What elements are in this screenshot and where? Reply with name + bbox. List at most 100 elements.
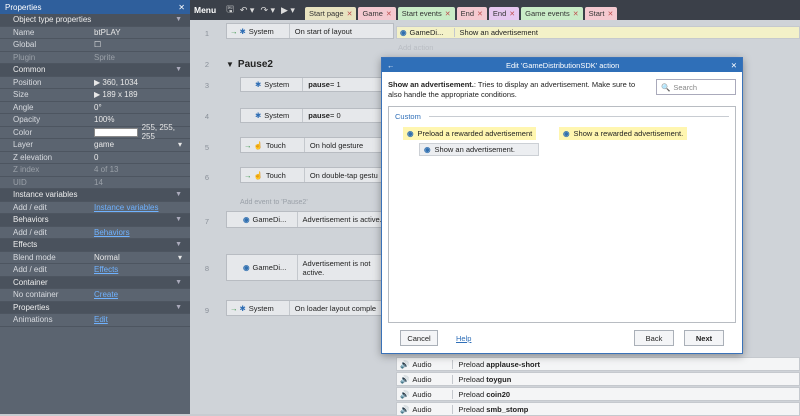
property-value[interactable]: 0 (88, 153, 190, 162)
property-section[interactable]: Properties ▼ (0, 301, 190, 314)
tab[interactable]: Start page ✕ (304, 7, 357, 20)
property-row[interactable]: Add / edit Effects (0, 264, 190, 277)
collapse-icon[interactable]: ▼ (226, 60, 234, 69)
property-row[interactable]: Add / edit Behaviors (0, 227, 190, 239)
property-row[interactable]: Global ☐ (0, 39, 190, 52)
property-section[interactable]: Common ▼ (0, 64, 190, 77)
collapse-icon[interactable]: ▼ (175, 279, 182, 286)
property-row[interactable]: Color 255, 255, 255 (0, 123, 190, 141)
close-tab-icon[interactable]: ✕ (477, 10, 483, 18)
collapse-icon[interactable]: ▼ (175, 241, 182, 248)
event-condition[interactable]: → ✱ System On start of layout (226, 23, 394, 39)
help-link[interactable]: Help (456, 334, 471, 343)
link-text[interactable]: Behaviors (94, 228, 130, 237)
close-icon[interactable]: ✕ (178, 3, 185, 12)
link-text[interactable]: Create (94, 290, 118, 299)
undo-icon[interactable]: ↶ ▾ (240, 5, 255, 16)
property-row[interactable]: Position ▶ 360, 1034 (0, 77, 190, 89)
property-row[interactable]: Z index 4 of 13 (0, 164, 190, 177)
collapse-icon[interactable]: ▼ (175, 216, 182, 223)
property-value[interactable]: ☐ (88, 40, 190, 49)
dropdown-icon[interactable]: ▾ (178, 140, 182, 149)
event-condition[interactable]: → ☝ Touch On double-tap gestu (240, 167, 394, 183)
collapse-icon[interactable]: ▼ (175, 16, 182, 23)
property-row[interactable]: UID 14 (0, 177, 190, 189)
property-link[interactable]: Instance variables (88, 203, 190, 212)
back-button[interactable]: Back (634, 330, 674, 346)
property-section[interactable]: Behaviors ▼ (0, 214, 190, 227)
back-arrow-icon[interactable]: ← (387, 61, 395, 70)
event-action[interactable]: 🔊 Audio Preload applause-short (396, 357, 800, 371)
property-value[interactable]: ▶ 189 x 189 (88, 90, 190, 99)
property-link[interactable]: Create (88, 290, 190, 299)
tab[interactable]: End ✕ (456, 7, 487, 20)
link-text[interactable]: Effects (94, 265, 118, 274)
save-icon[interactable]: 🖫 (226, 2, 234, 18)
action-item[interactable]: ◉ Show a rewarded advertisement. (559, 127, 688, 140)
event-action[interactable]: 🔊 Audio Preload coin20 (396, 387, 800, 401)
property-section[interactable]: Effects ▼ (0, 239, 190, 252)
property-row[interactable]: Plugin Sprite (0, 52, 190, 64)
event-action[interactable]: ◉ GameDi... Show an advertisement (396, 26, 800, 39)
next-button[interactable]: Next (684, 330, 724, 346)
property-row[interactable]: Animations Edit (0, 314, 190, 327)
property-value[interactable]: 4 of 13 (88, 165, 190, 174)
cancel-button[interactable]: Cancel (400, 330, 438, 346)
dropdown-icon[interactable]: ▾ (178, 253, 182, 262)
color-swatch[interactable] (94, 127, 138, 137)
menu-button[interactable]: Menu (194, 5, 216, 15)
collapse-icon[interactable]: ▼ (175, 191, 182, 198)
property-section[interactable]: Instance variables ▼ (0, 189, 190, 202)
search-input[interactable]: 🔍 Search (656, 79, 736, 95)
tab[interactable]: Start ✕ (584, 7, 618, 20)
property-row[interactable]: Name btPLAY (0, 27, 190, 39)
property-row[interactable]: Z elevation 0 (0, 152, 190, 164)
redo-icon[interactable]: ↷ ▾ (260, 5, 275, 16)
property-value[interactable]: 255, 255, 255 (88, 123, 190, 141)
event-condition[interactable]: → ☝ Touch On hold gesture (240, 137, 394, 153)
property-section[interactable]: Container ▼ (0, 276, 190, 289)
property-link[interactable]: Behaviors (88, 228, 190, 237)
play-icon[interactable]: ▶ ▾ (281, 5, 295, 16)
tab[interactable]: Game ✕ (358, 7, 396, 20)
event-condition[interactable]: ◉ GameDi... Advertisement is not active. (226, 254, 394, 281)
property-value[interactable]: Sprite (88, 53, 190, 62)
close-tab-icon[interactable]: ✕ (573, 10, 579, 18)
close-tab-icon[interactable]: ✕ (347, 10, 353, 18)
link-text[interactable]: Instance variables (94, 203, 158, 212)
close-icon[interactable]: ✕ (731, 61, 737, 70)
close-tab-icon[interactable]: ✕ (607, 10, 613, 18)
property-row[interactable]: Angle 0° (0, 102, 190, 114)
collapse-icon[interactable]: ▼ (175, 66, 182, 73)
close-tab-icon[interactable]: ✕ (445, 10, 451, 18)
tab[interactable]: End ✕ (488, 7, 520, 20)
event-action[interactable]: 🔊 Audio Preload toygun (396, 372, 800, 386)
property-row[interactable]: No container Create (0, 289, 190, 302)
action-item[interactable]: ◉ Preload a rewarded advertisement (403, 127, 537, 140)
property-link[interactable]: Edit (88, 315, 190, 324)
property-row[interactable]: Blend mode Normal ▾ (0, 252, 190, 264)
property-row[interactable]: Size ▶ 189 x 189 (0, 89, 190, 102)
property-value[interactable]: ▶ 360, 1034 (88, 78, 190, 87)
property-value[interactable]: 14 (88, 178, 190, 187)
close-tab-icon[interactable]: ✕ (509, 10, 515, 18)
property-link[interactable]: Effects (88, 265, 190, 274)
event-condition[interactable]: ✱ System pause = 1 (240, 77, 394, 92)
event-condition[interactable]: → ✱ System On loader layout comple (226, 300, 394, 316)
event-condition[interactable]: ◉ GameDi... Advertisement is active. (226, 211, 394, 228)
collapse-icon[interactable]: ▼ (175, 304, 182, 311)
property-value[interactable]: btPLAY (88, 28, 190, 37)
action-item-selected[interactable]: ◉ Show an advertisement. (419, 143, 539, 156)
tab[interactable]: Start events ✕ (397, 7, 455, 20)
link-text[interactable]: Edit (94, 315, 108, 324)
property-value[interactable]: Normal ▾ (88, 253, 190, 262)
close-tab-icon[interactable]: ✕ (386, 10, 392, 18)
add-action-link[interactable]: Add action (398, 43, 433, 52)
property-row[interactable]: Layer game ▾ (0, 139, 190, 152)
tab[interactable]: Game events ✕ (521, 7, 583, 20)
property-section[interactable]: Object type properties ▼ (0, 14, 190, 27)
event-condition[interactable]: ✱ System pause = 0 (240, 108, 394, 123)
property-value[interactable]: game ▾ (88, 140, 190, 149)
add-event-link[interactable]: Add event to 'Pause2' (240, 199, 308, 206)
property-value[interactable]: 0° (88, 103, 190, 112)
